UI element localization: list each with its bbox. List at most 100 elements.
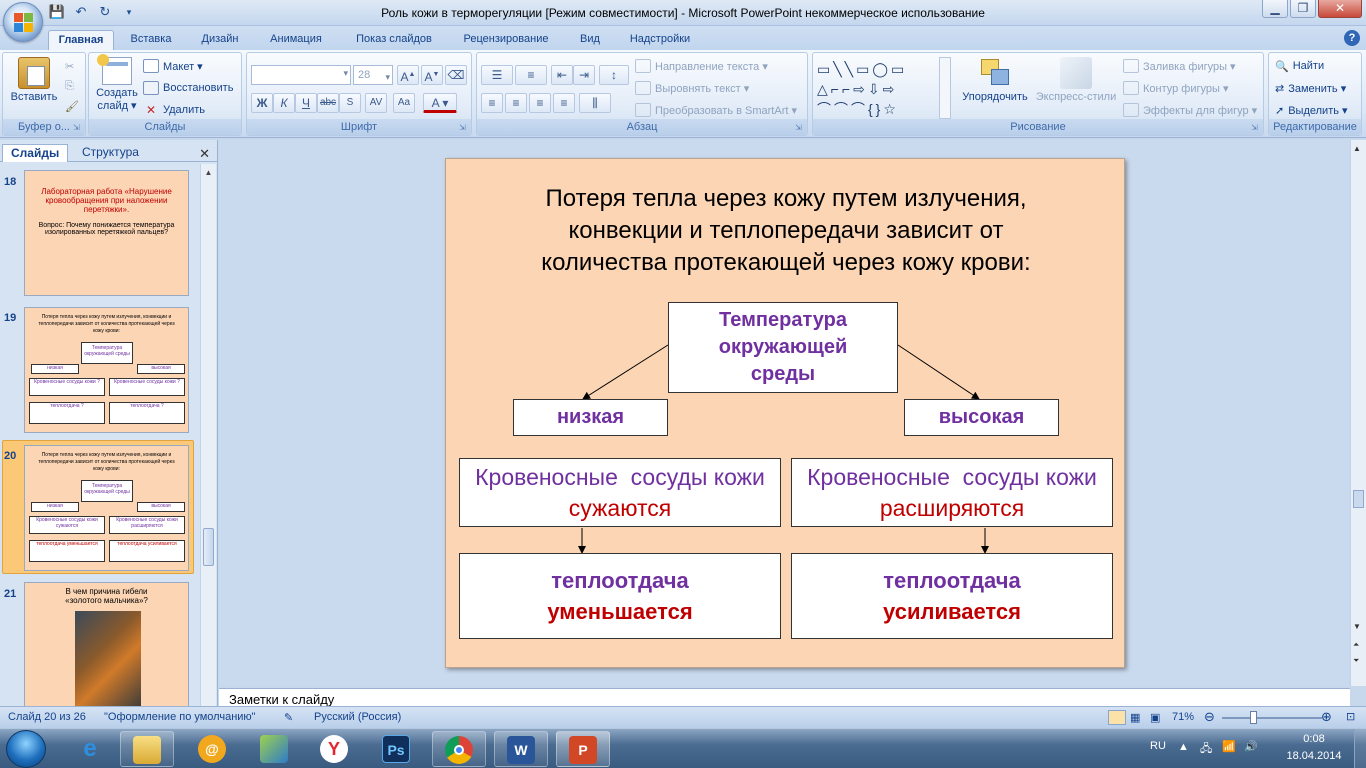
tab-animation[interactable]: Анимация <box>260 30 332 50</box>
replace-button[interactable]: ⇄ Заменить ▾ <box>1275 79 1346 97</box>
line-spacing-icon[interactable]: ↕ <box>599 65 629 85</box>
shapes-gallery-scroll[interactable] <box>939 57 951 119</box>
cut-icon[interactable]: ✂ <box>65 57 74 75</box>
language-status[interactable]: Русский (Россия) <box>314 711 401 723</box>
spacing-icon[interactable]: AV <box>365 93 387 113</box>
slide-thumb-20[interactable]: Потеря тепла через кожу путем излучения,… <box>24 445 189 571</box>
tab-review[interactable]: Рецензирование <box>455 30 557 50</box>
align-left-icon[interactable]: ≡ <box>481 93 503 113</box>
shape-outline-button[interactable]: Контур фигуры ▾ <box>1123 79 1229 97</box>
align-right-icon[interactable]: ≡ <box>529 93 551 113</box>
slide-thumb-19[interactable]: Потеря тепла через кожу путем излучения,… <box>24 307 189 433</box>
zoom-level[interactable]: 71% <box>1172 711 1194 723</box>
heat-loss-increase-box[interactable]: теплоотдача усиливается <box>791 553 1113 639</box>
minimize-button[interactable]: ▁ <box>1262 0 1288 18</box>
reset-button[interactable]: Восстановить <box>143 79 233 97</box>
tab-insert[interactable]: Вставка <box>122 30 180 50</box>
align-text-button[interactable]: Выровнять текст ▾ <box>635 79 749 97</box>
select-button[interactable]: ➚ Выделить ▾ <box>1275 101 1348 119</box>
scroll-down-icon[interactable]: ▼ <box>1353 622 1361 631</box>
notes-pane[interactable]: Заметки к слайду <box>219 688 1350 706</box>
pane-scroll-thumb[interactable] <box>203 528 214 566</box>
arrange-button[interactable]: Упорядочить <box>957 57 1033 103</box>
delete-slide-button[interactable]: ✕ Удалить <box>143 101 205 119</box>
shapes-gallery[interactable]: ▭╲╲▭◯▭ △⌐⌐⇨⇩⇨ ⌒⌒⌒{}☆ <box>817 59 943 119</box>
find-button[interactable]: 🔍 Найти <box>1275 57 1324 75</box>
slide-thumb-18[interactable]: Лабораторная работа «Нарушение кровообра… <box>24 170 189 296</box>
drawing-launcher-icon[interactable]: ⇲ <box>1251 123 1261 133</box>
underline-icon[interactable]: Ч <box>295 93 317 113</box>
columns-icon[interactable]: ⫼ <box>579 93 611 113</box>
pane-tab-slides[interactable]: Слайды <box>2 144 69 162</box>
clear-format-icon[interactable]: ⌫ <box>445 65 467 85</box>
network-tray-icon[interactable]: 🖧 <box>1200 740 1212 759</box>
vessels-narrow-box[interactable]: Кровеносные сосуды кожи сужаются <box>459 458 781 527</box>
current-slide[interactable]: Потеря тепла через кожу путем излучения,… <box>445 158 1125 668</box>
mail-taskbar-button[interactable]: @ <box>186 731 240 767</box>
increase-indent-icon[interactable]: ⇥ <box>573 65 595 85</box>
tab-home[interactable]: Главная <box>48 30 114 50</box>
signal-icon[interactable]: 📶 <box>1222 740 1236 753</box>
vessels-dilate-box[interactable]: Кровеносные сосуды кожи расширяются <box>791 458 1113 527</box>
zoom-slider[interactable] <box>1222 717 1322 719</box>
smartart-button[interactable]: Преобразовать в SmartArt ▾ <box>635 101 797 119</box>
word-taskbar-button[interactable]: W <box>494 731 548 767</box>
font-launcher-icon[interactable]: ⇲ <box>459 123 469 133</box>
copy-icon[interactable]: ⎘ <box>65 77 74 95</box>
pane-tab-outline[interactable]: Структура <box>74 144 147 162</box>
start-button[interactable] <box>6 730 46 768</box>
ie-taskbar-button[interactable]: e <box>64 731 118 767</box>
tab-design[interactable]: Дизайн <box>192 30 248 50</box>
shrink-font-icon[interactable]: A▼ <box>421 65 443 85</box>
prev-slide-icon[interactable]: ⏶ <box>1353 640 1359 650</box>
help-icon[interactable]: ? <box>1344 30 1360 46</box>
chrome-taskbar-button[interactable] <box>432 731 486 767</box>
strikethrough-icon[interactable]: abc <box>317 93 339 113</box>
new-slide-button[interactable]: Создать слайд ▾ <box>93 54 141 112</box>
fit-slide-icon[interactable]: ⊡ <box>1346 710 1355 723</box>
volume-icon[interactable]: 🔊 <box>1244 740 1258 753</box>
font-name-combo[interactable] <box>251 65 351 85</box>
office-button[interactable] <box>3 2 43 42</box>
theme-name[interactable]: "Оформление по умолчанию" <box>104 711 256 723</box>
tab-slideshow[interactable]: Показ слайдов <box>345 30 443 50</box>
tray-expand-icon[interactable]: ▲ <box>1178 741 1189 753</box>
bullets-icon[interactable]: ☰ <box>481 65 513 85</box>
zoom-in-icon[interactable]: ⊕ <box>1321 709 1332 725</box>
photoshop-taskbar-button[interactable]: Ps <box>370 731 424 767</box>
font-size-combo[interactable]: 28 <box>353 65 393 86</box>
shape-effects-button[interactable]: Эффекты для фигур ▾ <box>1123 101 1257 119</box>
italic-icon[interactable]: К <box>273 93 295 113</box>
heat-loss-decrease-box[interactable]: теплоотдача уменьшается <box>459 553 781 639</box>
text-direction-button[interactable]: Направление текста ▾ <box>635 57 768 75</box>
show-desktop-button[interactable] <box>1354 729 1366 768</box>
pane-scrollbar[interactable]: ▲ <box>200 164 216 708</box>
paste-button[interactable]: Вставить <box>7 57 61 103</box>
align-center-icon[interactable]: ≡ <box>505 93 527 113</box>
normal-view-icon[interactable] <box>1108 710 1126 725</box>
scroll-up-icon[interactable]: ▲ <box>202 166 215 180</box>
bold-icon[interactable]: Ж <box>251 93 273 113</box>
tools-taskbar-button[interactable] <box>248 731 302 767</box>
clock-date[interactable]: 18.04.2014 <box>1276 750 1352 762</box>
font-color-icon[interactable]: A ▾ <box>423 93 457 113</box>
tab-addins[interactable]: Надстройки <box>620 30 700 50</box>
slide-sorter-icon[interactable]: ▦ <box>1130 711 1140 724</box>
high-box[interactable]: высокая <box>904 399 1059 436</box>
restore-button[interactable]: ❐ <box>1290 0 1316 18</box>
clock-time[interactable]: 0:08 <box>1284 733 1344 745</box>
format-painter-icon[interactable]: 🖌 <box>65 97 79 115</box>
shadow-icon[interactable]: S <box>339 93 361 113</box>
justify-icon[interactable]: ≡ <box>553 93 575 113</box>
zoom-out-icon[interactable]: ⊖ <box>1204 709 1215 725</box>
yandex-taskbar-button[interactable]: Y <box>308 731 362 767</box>
close-button[interactable]: ✕ <box>1318 0 1362 18</box>
clipboard-launcher-icon[interactable]: ⇲ <box>73 123 83 133</box>
slide-thumb-21[interactable]: В чем причина гибели «золотого мальчика»… <box>24 582 189 708</box>
explorer-taskbar-button[interactable] <box>120 731 174 767</box>
grow-font-icon[interactable]: A▲ <box>397 65 419 85</box>
shape-fill-button[interactable]: Заливка фигуры ▾ <box>1123 57 1236 75</box>
powerpoint-taskbar-button[interactable]: P <box>556 731 610 767</box>
slide-scroll-thumb[interactable] <box>1353 490 1364 508</box>
ambient-temperature-box[interactable]: Температура окружающей среды <box>668 302 898 393</box>
